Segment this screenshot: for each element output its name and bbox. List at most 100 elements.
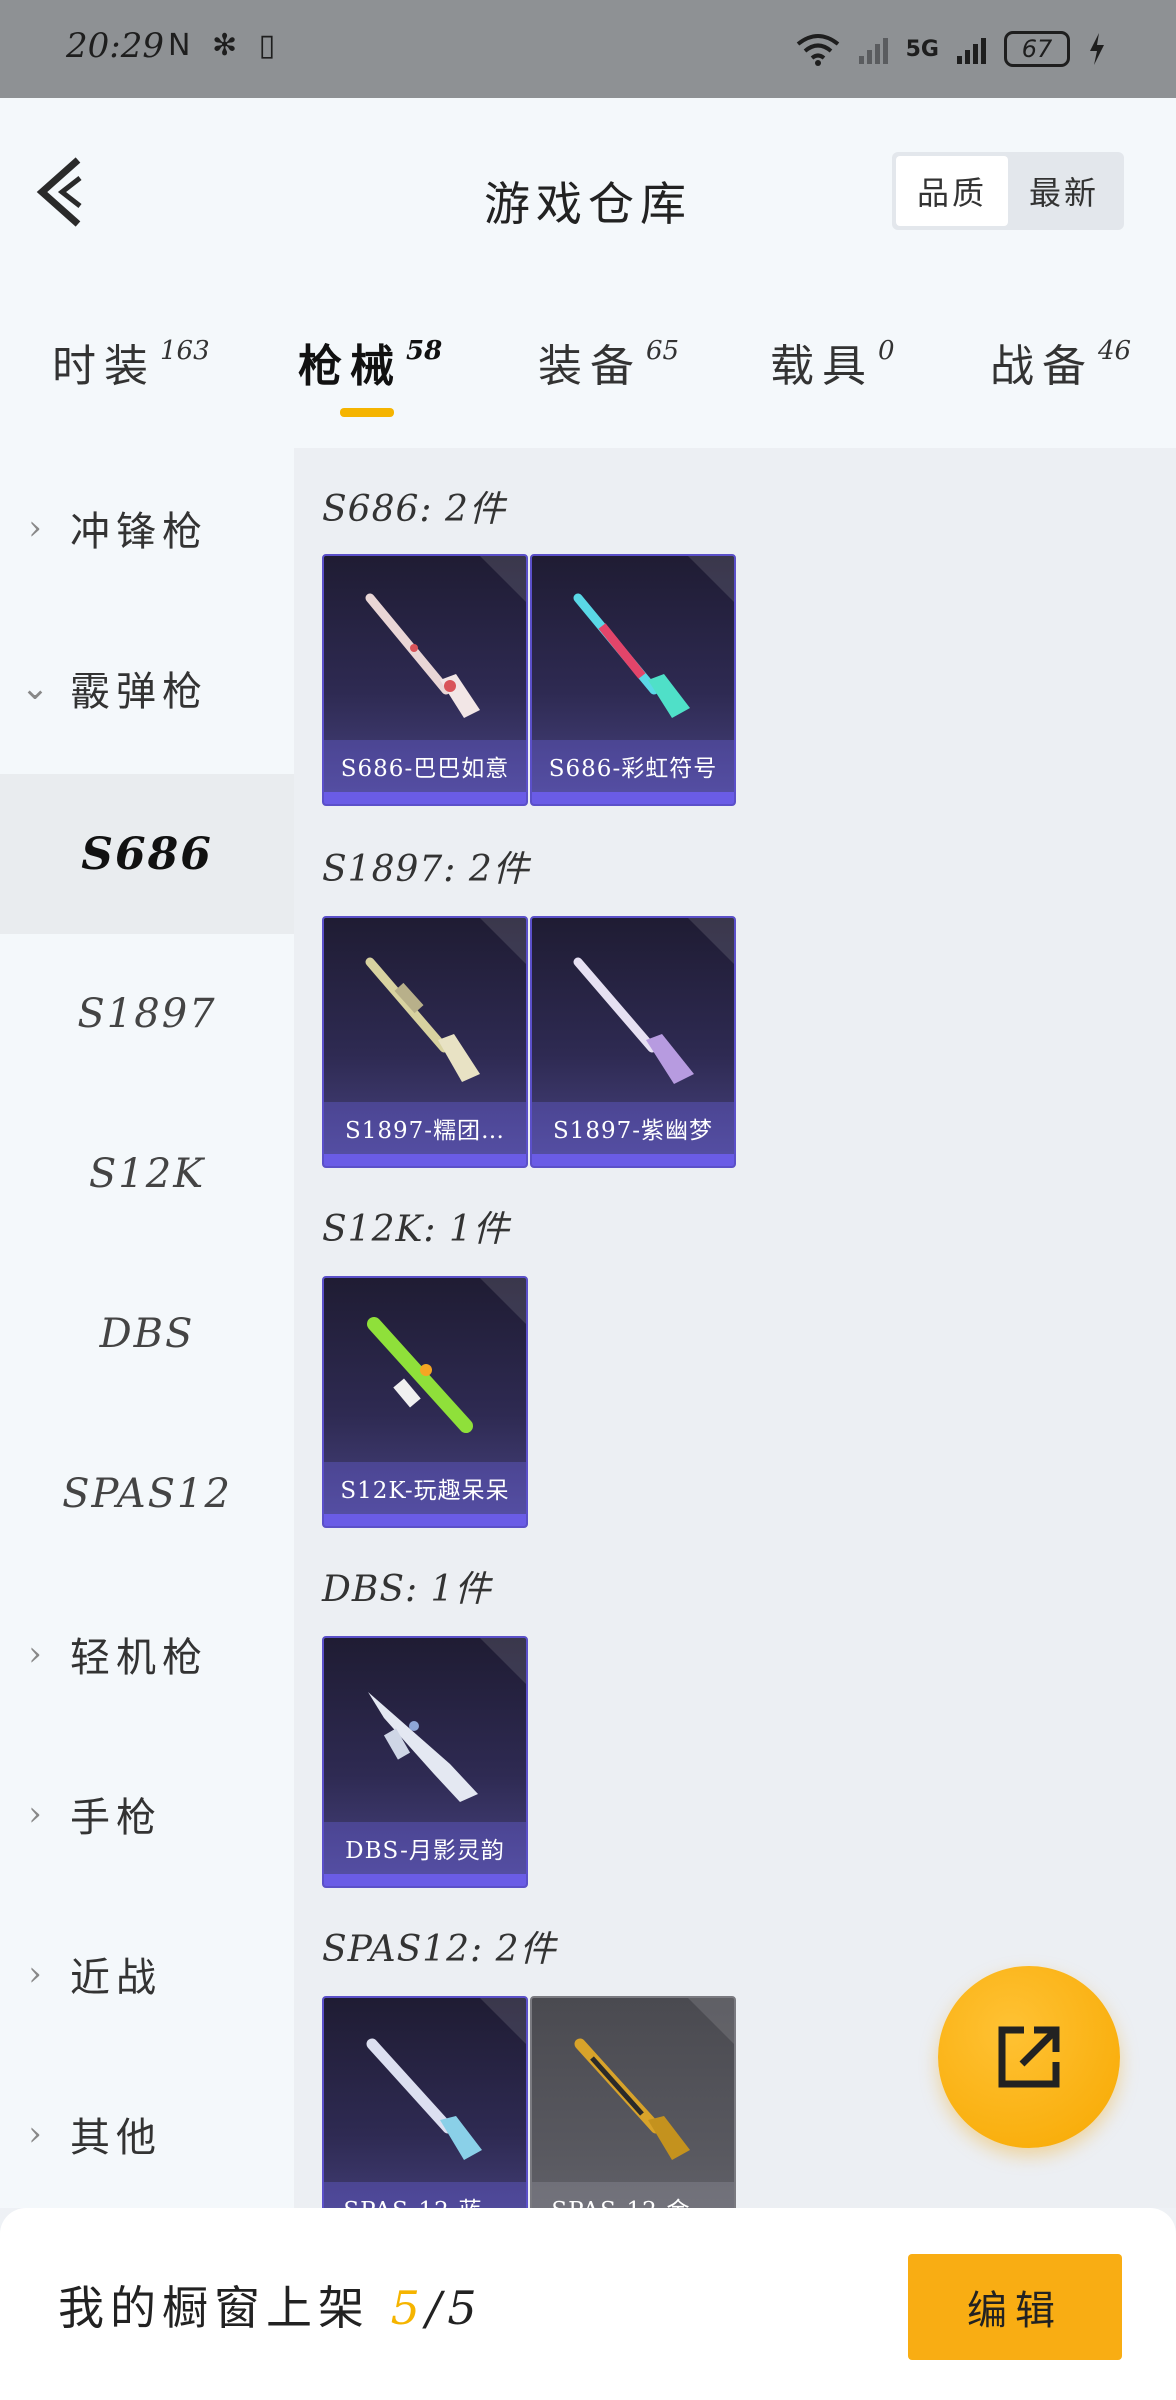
sidebar-item-s686[interactable]: S686 xyxy=(0,774,294,934)
sidebar-item-smg[interactable]: › 冲锋枪 xyxy=(0,448,294,608)
shotgun-skin-icon xyxy=(573,593,690,718)
sidebar-item-lmg[interactable]: › 轻机枪 xyxy=(0,1574,294,1734)
tab-label: 载具 xyxy=(770,341,874,392)
status-time: 20:29 xyxy=(66,26,164,66)
shotgun-skin-icon xyxy=(367,1317,473,1433)
sidebar-item-s12k[interactable]: S12K xyxy=(0,1094,294,1254)
sidebar-item-label: 冲锋枪 xyxy=(70,509,208,555)
shotgun-skin-icon xyxy=(366,2038,482,2160)
sidebar-item-spas12[interactable]: SPAS12 xyxy=(0,1414,294,1574)
sidebar-item-label: DBS xyxy=(99,1311,195,1357)
tab-count: 0 xyxy=(878,336,895,366)
chevron-right-icon: › xyxy=(28,1954,42,1994)
rarity-strip xyxy=(532,1154,734,1166)
tab-supplies[interactable]: 战备 46 xyxy=(990,330,1131,394)
active-tab-indicator xyxy=(340,408,394,417)
share-icon xyxy=(998,2026,1060,2088)
sidebar-item-label: S12K xyxy=(88,1151,206,1197)
weapon-card-label: S686-巴巴如意 xyxy=(324,740,526,792)
rarity-strip xyxy=(532,792,734,804)
tab-label: 战备 xyxy=(990,341,1094,392)
showcase-current-count: 5 xyxy=(390,2281,426,2335)
sidebar-item-label: 轻机枪 xyxy=(70,1635,208,1681)
group-title-s12k: S12K: 1件 xyxy=(322,1209,510,1250)
sidebar-item-label: SPAS12 xyxy=(62,1471,232,1517)
signal-1-icon xyxy=(858,34,888,64)
sort-newest-option[interactable]: 最新 xyxy=(1008,156,1120,226)
rarity-strip xyxy=(324,1514,526,1526)
sidebar-item-label: S1897 xyxy=(77,991,217,1037)
page-header: 游戏仓库 品质 最新 时装 163 枪械 58 装备 65 载具 0 战备 46 xyxy=(0,98,1176,448)
status-bar: 20:29 N ✻ ▯ 5G 67 xyxy=(0,0,1176,98)
showcase-bottom-bar: 我的橱窗上架 5/5 编辑 xyxy=(0,2208,1176,2400)
battery-icon: 67 xyxy=(1004,31,1070,67)
edit-button[interactable]: 编辑 xyxy=(908,2254,1122,2360)
chevron-right-icon: › xyxy=(28,1634,42,1674)
group-title-spas12: SPAS12: 2件 xyxy=(322,1929,557,1970)
sidebar-item-dbs[interactable]: DBS xyxy=(0,1254,294,1414)
tab-label: 装备 xyxy=(538,341,642,392)
sidebar-item-label: 霰弹枪 xyxy=(70,669,208,715)
weapon-card[interactable]: S1897-糯团… xyxy=(322,916,528,1168)
group-title-s686: S686: 2件 xyxy=(322,489,506,530)
tab-fashion[interactable]: 时装 163 xyxy=(52,330,210,394)
shotgun-skin-icon xyxy=(573,957,694,1084)
chevron-right-icon: › xyxy=(28,1794,42,1834)
status-left-icons: N ✻ ▯ xyxy=(168,28,282,63)
sidebar-item-melee[interactable]: › 近战 xyxy=(0,1894,294,2054)
chevron-down-icon: ⌄ xyxy=(20,668,50,708)
shotgun-skin-icon xyxy=(368,1692,478,1802)
sidebar-item-other[interactable]: › 其他 xyxy=(0,2054,294,2214)
showcase-total-count: /5 xyxy=(425,2281,483,2335)
rarity-strip xyxy=(324,1154,526,1166)
sort-quality-option[interactable]: 品质 xyxy=(896,156,1008,226)
weapon-card[interactable]: S686-巴巴如意 xyxy=(322,554,528,806)
group-title-s1897: S1897: 2件 xyxy=(322,849,530,890)
chevron-right-icon: › xyxy=(28,2114,42,2154)
tab-label: 枪械 xyxy=(298,341,402,392)
sidebar-item-label: 其他 xyxy=(70,2115,162,2161)
chevron-right-icon: › xyxy=(28,508,42,548)
share-button[interactable] xyxy=(938,1966,1120,2148)
weapon-category-sidebar: › 冲锋枪 ⌄ 霰弹枪 S686 S1897 S12K DBS SPAS12 › 轻机… xyxy=(0,448,294,2208)
weapon-card-label: DBS-月影灵韵 xyxy=(324,1822,526,1874)
network-type: 5G xyxy=(905,36,939,62)
tab-guns[interactable]: 枪械 58 xyxy=(298,330,442,394)
weapon-card-label: SPAS-12-蓝… xyxy=(324,2182,526,2208)
signal-2-icon xyxy=(957,34,986,64)
rarity-strip xyxy=(324,792,526,804)
weapon-card[interactable]: S12K-玩趣呆呆 xyxy=(322,1276,528,1528)
tab-count: 163 xyxy=(160,336,210,366)
weapon-card[interactable]: DBS-月影灵韵 xyxy=(322,1636,528,1888)
weapon-card-label: S1897-紫幽梦 xyxy=(532,1102,734,1154)
sidebar-item-label: 近战 xyxy=(70,1955,162,2001)
weapon-card[interactable]: S686-彩虹符号 xyxy=(530,554,736,806)
showcase-label: 我的橱窗上架 xyxy=(58,2281,370,2335)
weapon-card[interactable]: S1897-紫幽梦 xyxy=(530,916,736,1168)
sidebar-item-s1897[interactable]: S1897 xyxy=(0,934,294,1094)
sidebar-item-pistol[interactable]: › 手枪 xyxy=(0,1734,294,1894)
tab-count: 46 xyxy=(1098,336,1132,366)
weapon-card[interactable]: SPAS-12-蓝… xyxy=(322,1996,528,2208)
sidebar-item-label: S686 xyxy=(81,828,213,880)
tab-label: 时装 xyxy=(52,341,156,392)
tab-vehicles[interactable]: 载具 0 xyxy=(770,330,895,394)
status-right-icons: 5G 67 xyxy=(795,24,1106,74)
sort-toggle[interactable]: 品质 最新 xyxy=(892,152,1124,230)
weapon-grid: S686: 2件 S686-巴巴如意 S686-彩虹符号 S1897: 2件 S… xyxy=(294,448,1176,2208)
weapon-card-label: S686-彩虹符号 xyxy=(532,740,734,792)
wifi-icon xyxy=(796,34,839,66)
tab-count: 65 xyxy=(646,336,680,366)
sidebar-item-shotgun[interactable]: ⌄ 霰弹枪 xyxy=(0,608,294,768)
tab-count: 58 xyxy=(406,336,443,366)
weapon-card-label: S12K-玩趣呆呆 xyxy=(324,1462,526,1514)
rarity-strip xyxy=(324,1874,526,1886)
tab-equipment[interactable]: 装备 65 xyxy=(538,330,679,394)
weapon-card-label: SPAS-12-金… xyxy=(532,2182,734,2208)
battery-level: 67 xyxy=(1021,35,1053,63)
shotgun-skin-icon xyxy=(365,593,480,718)
sidebar-item-label: 手枪 xyxy=(70,1795,162,1841)
weapon-card[interactable]: SPAS-12-金… xyxy=(530,1996,736,2208)
group-title-dbs: DBS: 1件 xyxy=(322,1569,492,1610)
shotgun-skin-icon xyxy=(365,957,480,1082)
